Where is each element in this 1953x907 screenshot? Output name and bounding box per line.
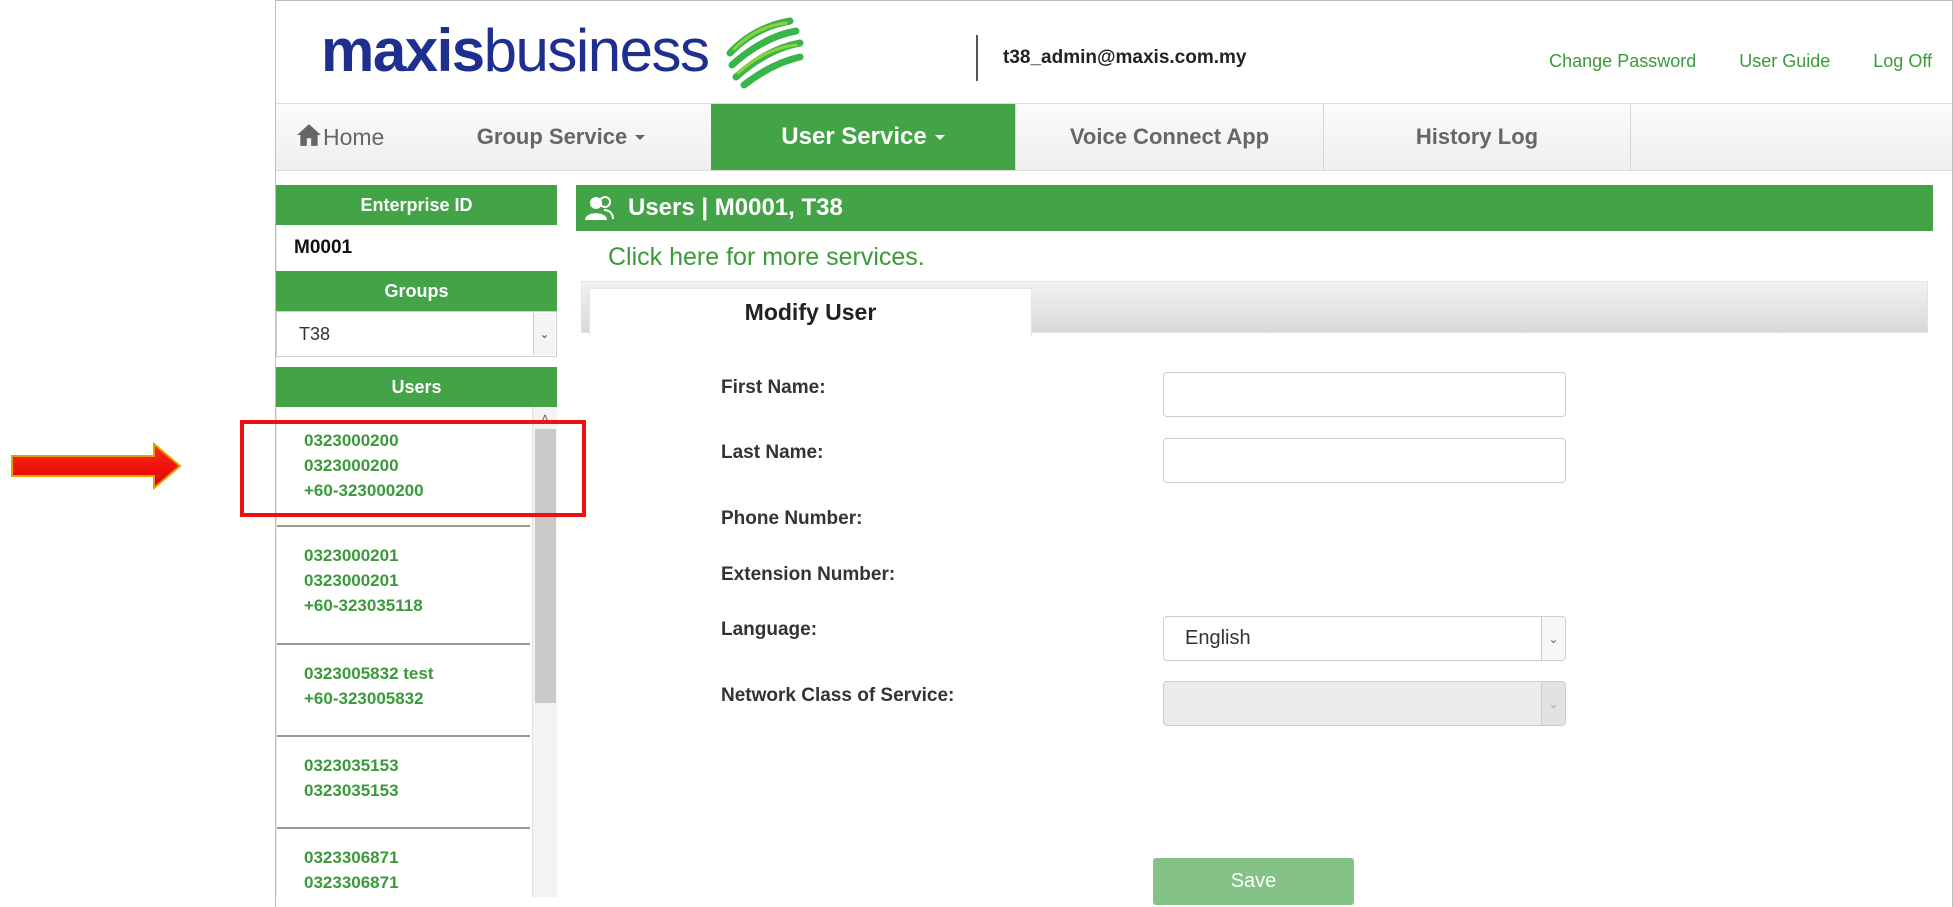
user-guide-link[interactable]: User Guide xyxy=(1739,51,1830,72)
header-links: Change Password User Guide Log Off xyxy=(1549,51,1932,72)
annotation-arrow xyxy=(11,441,182,491)
annotation-highlight-box xyxy=(240,420,586,517)
network-class-of-service-select: ⌄ xyxy=(1163,681,1566,726)
user-number-line: 0323000201 xyxy=(304,546,399,565)
logo-text-business: business xyxy=(483,17,710,84)
enterprise-id-header: Enterprise ID xyxy=(276,185,557,225)
chevron-down-icon: ⌄ xyxy=(1541,682,1565,725)
user-list-item[interactable]: 0323306871 0323306871 xyxy=(277,829,530,897)
caret-down-icon xyxy=(635,134,646,140)
nav-history-log[interactable]: History Log xyxy=(1324,104,1631,170)
nav-home-label: Home xyxy=(323,123,385,150)
tab-modify-user[interactable]: Modify User xyxy=(589,288,1032,336)
sidebar: Enterprise ID M0001 Groups T38 ⌄ Users 0… xyxy=(276,185,557,907)
nav-voice-connect-app[interactable]: Voice Connect App xyxy=(1016,104,1324,170)
user-number-line: 0323000201 xyxy=(304,571,399,590)
maxis-swirl-logo xyxy=(726,17,804,89)
maxis-business-logo[interactable]: maxisbusiness xyxy=(321,11,804,91)
user-list-item[interactable]: 0323000201 0323000201 +60-323035118 xyxy=(277,527,530,645)
user-number-line: 0323035153 xyxy=(304,756,399,775)
nav-user-service-label: User Service xyxy=(781,123,927,150)
users-header: Users xyxy=(276,367,557,407)
user-number-line: +60-323035118 xyxy=(304,596,423,615)
group-select[interactable]: T38 ⌄ xyxy=(276,311,557,357)
main-nav: Home Group Service User Service Voice Co… xyxy=(276,103,1952,171)
enterprise-id-value: M0001 xyxy=(276,225,557,271)
page-title-bar: Users | M0001, T38 xyxy=(576,185,1933,231)
nav-user-service[interactable]: User Service xyxy=(711,104,1016,170)
first-name-field[interactable] xyxy=(1163,372,1566,417)
logged-in-user-email: t38_admin@maxis.com.my xyxy=(1003,47,1247,68)
group-select-value: T38 xyxy=(299,323,331,344)
caret-down-icon xyxy=(934,134,945,140)
page-title: Users | M0001, T38 xyxy=(628,194,843,221)
user-list-item[interactable]: 0323035153 0323035153 xyxy=(277,737,530,829)
user-number-line: 0323005832 test xyxy=(304,664,434,683)
user-number-line: +60-323005832 xyxy=(304,689,424,708)
user-number-line: 0323035153 xyxy=(304,781,399,800)
more-services-link[interactable]: Click here for more services. xyxy=(608,243,925,272)
chevron-down-icon[interactable]: ⌄ xyxy=(1541,617,1565,660)
language-label: Language: xyxy=(721,619,818,640)
network-class-of-service-label: Network Class of Service: xyxy=(721,685,955,706)
language-select-value: English xyxy=(1185,627,1251,649)
users-group-icon xyxy=(585,196,614,220)
nav-voice-connect-label: Voice Connect App xyxy=(1069,124,1270,149)
user-list-item[interactable]: 0323005832 test +60-323005832 xyxy=(277,645,530,737)
nav-home[interactable]: Home xyxy=(276,104,411,170)
phone-number-label: Phone Number: xyxy=(721,508,863,529)
home-icon xyxy=(297,124,321,146)
last-name-field[interactable] xyxy=(1163,438,1566,483)
groups-header: Groups xyxy=(276,271,557,311)
chevron-down-icon[interactable]: ⌄ xyxy=(533,313,555,355)
first-name-label: First Name: xyxy=(721,377,826,398)
save-button[interactable]: Save xyxy=(1153,858,1354,905)
extension-number-label: Extension Number: xyxy=(721,564,896,585)
logo-text-maxis: maxis xyxy=(321,17,485,84)
last-name-label: Last Name: xyxy=(721,442,824,463)
top-header: maxisbusiness t38_admin@maxis.com.my Cha… xyxy=(276,1,1952,103)
user-number-line: 0323306871 xyxy=(304,848,399,867)
change-password-link[interactable]: Change Password xyxy=(1549,51,1696,72)
nav-history-log-label: History Log xyxy=(1415,124,1539,149)
log-off-link[interactable]: Log Off xyxy=(1873,51,1932,72)
main-panel: Users | M0001, T38 Click here for more s… xyxy=(576,185,1933,907)
nav-group-service[interactable]: Group Service xyxy=(411,104,711,170)
header-divider xyxy=(976,35,978,81)
language-select[interactable]: English ⌄ xyxy=(1163,616,1566,661)
nav-group-service-label: Group Service xyxy=(476,124,628,149)
user-number-line: 0323306871 xyxy=(304,873,399,892)
tab-bar: Modify User xyxy=(581,281,1928,336)
